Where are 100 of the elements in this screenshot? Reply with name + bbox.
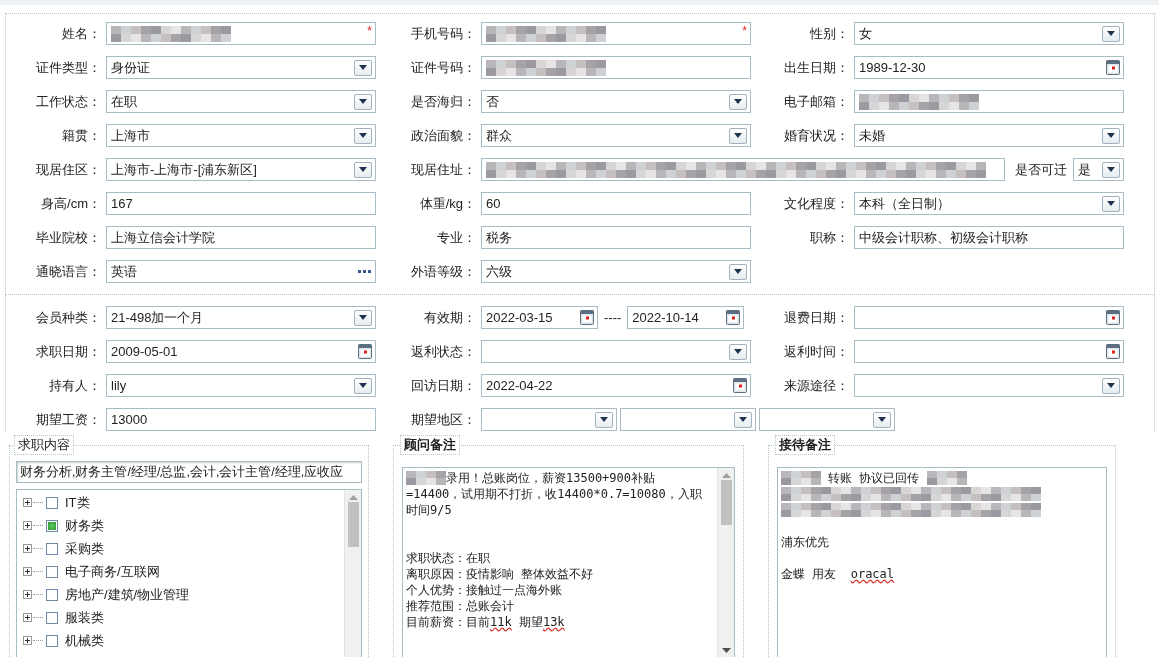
dropdown-button[interactable] <box>729 93 747 110</box>
expand-icon[interactable] <box>23 567 32 576</box>
dropdown-button[interactable] <box>1102 127 1120 144</box>
input-field[interactable] <box>481 56 751 79</box>
date-field[interactable]: 2022-03-15 <box>481 306 598 329</box>
input-field[interactable]: * <box>481 22 751 45</box>
input-field[interactable]: 中级会计职称、初级会计职称 <box>854 226 1124 249</box>
checkbox[interactable] <box>46 588 58 601</box>
date-field[interactable]: 2009-05-01 <box>106 340 376 363</box>
tree-item[interactable]: 采购类 <box>65 539 104 558</box>
scroll-thumb[interactable] <box>720 480 732 525</box>
dropdown-button[interactable] <box>734 411 752 428</box>
dropdown-field[interactable]: 21-498加一个月 <box>106 306 376 329</box>
dropdown-button[interactable] <box>1102 25 1120 42</box>
checkbox[interactable] <box>46 565 58 578</box>
input-field[interactable]: 英语 <box>106 260 376 283</box>
calendar-icon[interactable] <box>726 310 741 325</box>
dropdown-button[interactable] <box>354 161 372 178</box>
checkbox[interactable] <box>46 611 58 624</box>
tree-item[interactable]: 电子商务/互联网 <box>65 562 160 581</box>
field-value: 群众 <box>486 126 513 145</box>
expand-icon[interactable] <box>23 498 32 507</box>
dropdown-field[interactable]: 未婚 <box>854 124 1124 147</box>
caret-icon <box>1107 201 1115 206</box>
panel-title: 顾问备注 <box>400 435 460 455</box>
field-label: 现居住区： <box>35 161 101 179</box>
input-field[interactable]: 60 <box>481 192 751 215</box>
dropdown-field[interactable]: 身份证 <box>106 56 376 79</box>
date-field[interactable]: 1989-12-30 <box>854 56 1124 79</box>
dropdown-button[interactable] <box>354 309 372 326</box>
dropdown-field[interactable]: 群众 <box>481 124 751 147</box>
dropdown-button[interactable] <box>595 411 613 428</box>
dropdown-button[interactable] <box>354 93 372 110</box>
dropdown-field[interactable]: 上海市-上海市-[浦东新区] <box>106 158 376 181</box>
dropdown-field[interactable] <box>620 408 756 431</box>
dropdown-field[interactable]: 在职 <box>106 90 376 113</box>
dropdown-field[interactable]: 女 <box>854 22 1124 45</box>
input-field[interactable] <box>481 158 1005 181</box>
notes-textarea[interactable]: 录用！总账岗位，薪资13500+900补贴 =14400，试用期不打折，收14400*0.7=10080，入职 时间9/5 求职状态：在职 离职原因：疫情影响 整体效益不好 个人优势：接触过一点海外账 推荐范围：总账会计 目前薪资：目前11k 期望13k <box>402 467 735 657</box>
scrollbar[interactable] <box>717 468 734 657</box>
dropdown-field[interactable] <box>854 374 1124 397</box>
dropdown-field[interactable] <box>481 340 751 363</box>
dropdown-button[interactable] <box>729 263 747 280</box>
date-field[interactable]: 2022-10-14 <box>627 306 745 329</box>
dropdown-button[interactable] <box>1102 195 1120 212</box>
expand-icon[interactable] <box>23 636 32 645</box>
expand-icon[interactable] <box>23 590 32 599</box>
tree-item[interactable]: 服装类 <box>65 608 104 627</box>
date-field[interactable]: 2022-04-22 <box>481 374 751 397</box>
field-label: 有效期： <box>423 309 476 327</box>
dropdown-field[interactable]: lily <box>106 374 376 397</box>
dropdown-button[interactable] <box>873 411 891 428</box>
checkbox[interactable] <box>46 496 58 509</box>
dropdown-button[interactable] <box>1102 161 1120 178</box>
scroll-thumb[interactable] <box>347 502 359 547</box>
input-field[interactable]: 167 <box>106 192 376 215</box>
calendar-icon[interactable] <box>358 344 372 359</box>
checkbox[interactable] <box>46 634 58 647</box>
field-label: 是否海归： <box>410 93 476 111</box>
dropdown-field[interactable]: 是 <box>1073 158 1124 181</box>
input-field[interactable]: 财务分析,财务主管/经理/总监,会计,会计主管/经理,应收应 <box>16 461 362 483</box>
expand-icon[interactable] <box>23 521 32 530</box>
date-field[interactable] <box>854 340 1124 363</box>
field-label: 电子邮箱： <box>783 93 849 111</box>
scroll-down-icon[interactable] <box>721 648 731 653</box>
dropdown-field[interactable]: 否 <box>481 90 751 113</box>
input-field[interactable] <box>854 90 1124 113</box>
input-field[interactable]: 税务 <box>481 226 751 249</box>
checkbox[interactable] <box>46 519 58 532</box>
calendar-icon[interactable] <box>733 378 747 393</box>
tree-item[interactable]: IT类 <box>65 493 90 512</box>
calendar-icon[interactable] <box>1106 310 1120 325</box>
expand-icon[interactable] <box>23 613 32 622</box>
field-value: 中级会计职称、初级会计职称 <box>859 228 1029 247</box>
dropdown-field[interactable] <box>481 408 617 431</box>
dropdown-field[interactable]: 上海市 <box>106 124 376 147</box>
ellipsis-icon[interactable] <box>358 269 372 274</box>
calendar-icon[interactable] <box>580 310 594 325</box>
notes-textarea[interactable]: 转账 协议已回传 浦东优先 金蝶 用友 oracal <box>777 467 1107 657</box>
dropdown-button[interactable] <box>354 377 372 394</box>
dropdown-button[interactable] <box>729 127 747 144</box>
tree-item[interactable]: 财务类 <box>65 516 104 535</box>
tree-item[interactable]: 机械类 <box>65 631 104 650</box>
dropdown-button[interactable] <box>729 343 747 360</box>
scrollbar[interactable] <box>344 490 361 657</box>
dropdown-field[interactable]: 六级 <box>481 260 751 283</box>
input-field[interactable]: 13000 <box>106 408 376 431</box>
date-field[interactable] <box>854 306 1124 329</box>
tree-item[interactable]: 房地产/建筑/物业管理 <box>65 585 190 604</box>
dropdown-button[interactable] <box>354 127 372 144</box>
calendar-icon[interactable] <box>1106 344 1120 359</box>
calendar-icon[interactable] <box>1106 60 1120 75</box>
dropdown-field[interactable] <box>759 408 895 431</box>
expand-icon[interactable] <box>23 544 32 553</box>
checkbox[interactable] <box>46 542 58 555</box>
dropdown-field[interactable]: 本科（全日制） <box>854 192 1124 215</box>
input-field[interactable]: 上海立信会计学院 <box>106 226 376 249</box>
input-field[interactable]: * <box>106 22 376 45</box>
dropdown-button[interactable] <box>354 59 372 76</box>
dropdown-button[interactable] <box>1102 377 1120 394</box>
